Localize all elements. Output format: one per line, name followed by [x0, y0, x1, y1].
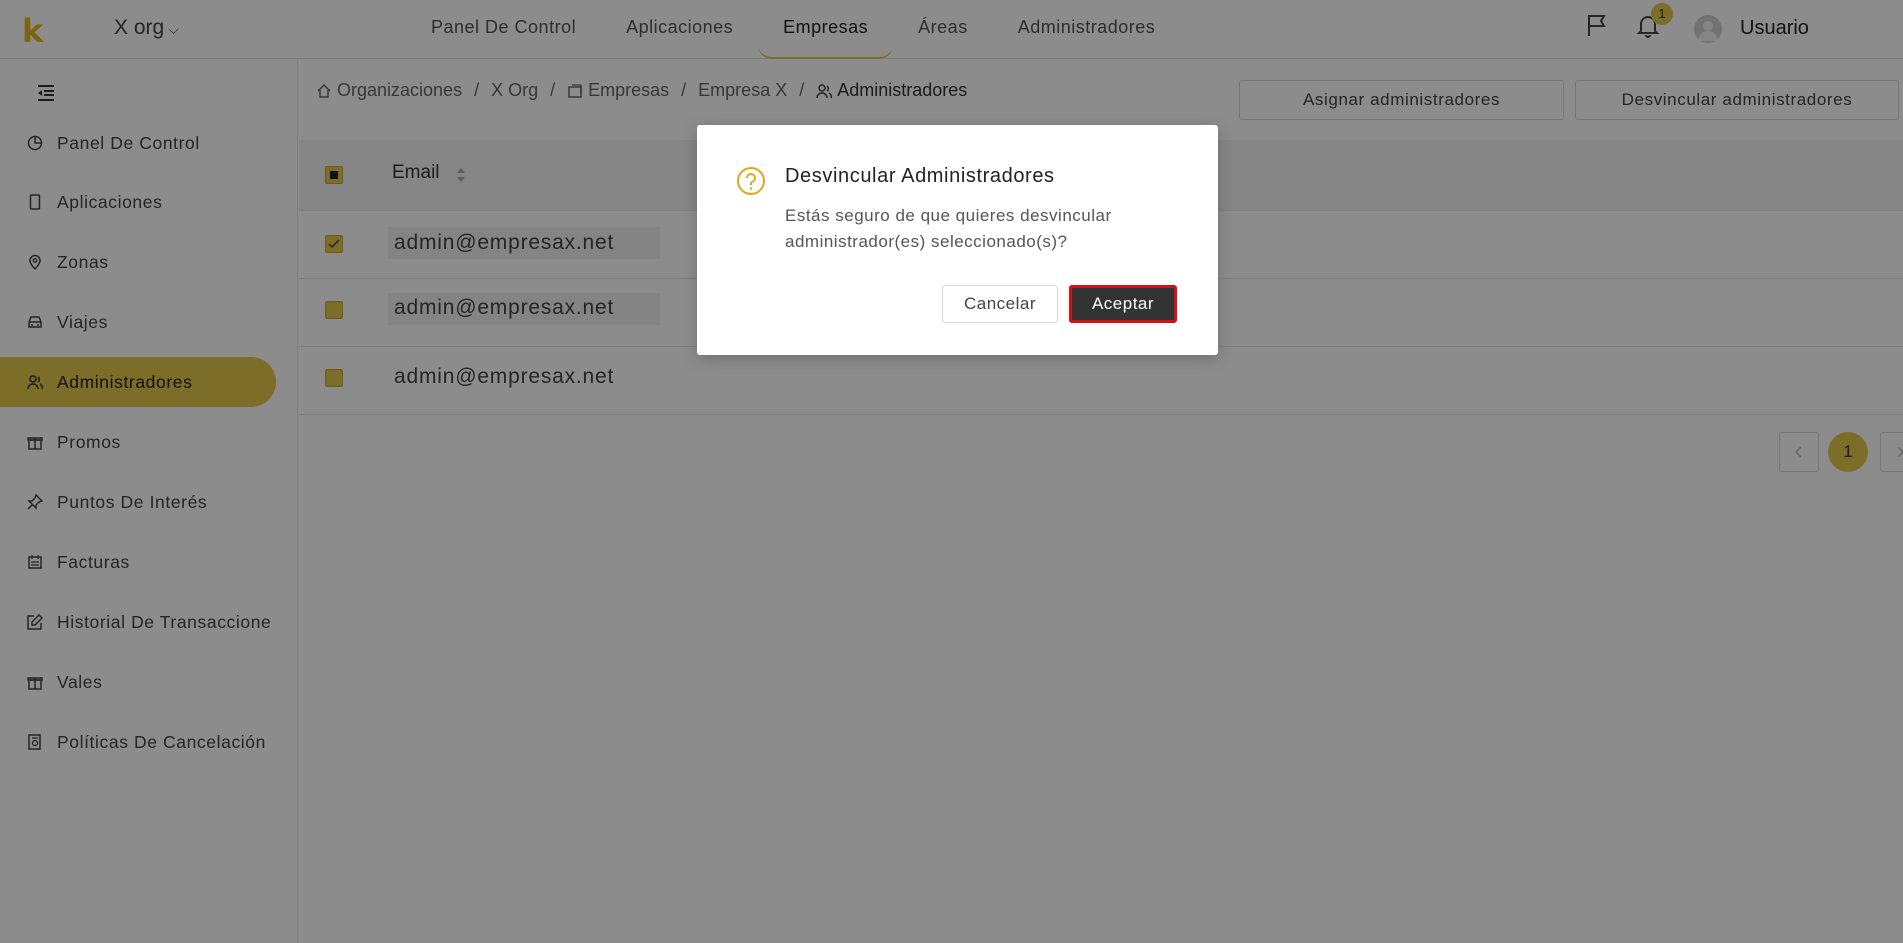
dialog-title: Desvincular Administradores	[785, 165, 1055, 187]
dialog-message: Estás seguro de que quieres desvincular …	[785, 206, 1112, 251]
cancel-button[interactable]: Cancelar	[942, 285, 1058, 323]
accept-button[interactable]: Aceptar	[1069, 285, 1177, 323]
question-icon	[737, 167, 765, 195]
confirm-dialog: Desvincular Administradores Estás seguro…	[697, 125, 1218, 355]
